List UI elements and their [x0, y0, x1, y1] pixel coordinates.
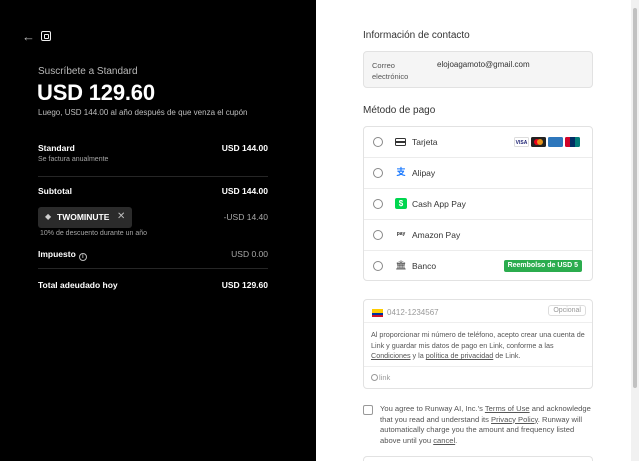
consent-text: de Link.	[493, 351, 521, 360]
contact-email-box: Correo electrónico elojoagamoto@gmail.co…	[363, 51, 593, 88]
contact-section-title: Información de contacto	[363, 30, 470, 41]
visa-icon: VISA	[514, 137, 529, 147]
mastercard-icon	[531, 137, 546, 147]
coupon-discount-value: -USD 14.40	[223, 212, 268, 222]
amazon-pay-icon: pay	[396, 231, 406, 237]
payment-option-card[interactable]: Tarjeta VISA	[364, 127, 592, 158]
scrollbar[interactable]	[631, 0, 639, 461]
tax-label-text: Impuesto	[38, 249, 76, 259]
payment-section-title: Método de pago	[363, 105, 436, 116]
info-icon[interactable]: i	[78, 253, 87, 261]
divider	[38, 176, 268, 177]
subtotal-label: Subtotal	[38, 186, 72, 196]
email-label: Correo electrónico	[372, 61, 409, 81]
link-logo-icon	[371, 374, 378, 381]
plan-price: USD 144.00	[221, 143, 268, 153]
scrollbar-thumb[interactable]	[633, 8, 637, 388]
unionpay-icon	[565, 137, 580, 147]
subtotal-value: USD 144.00	[221, 186, 268, 196]
payment-option-bank[interactable]: 🏛 Banco Reembolso de USD 5	[364, 251, 592, 282]
radio-button[interactable]	[373, 230, 383, 240]
coupon-note: 10% de descuento durante un año	[40, 230, 148, 237]
bank-icon: 🏛	[395, 260, 407, 270]
payment-form-panel: Información de contacto Correo electróni…	[316, 0, 639, 461]
consent-text: Al proporcionar mi número de teléfono, a…	[371, 330, 585, 350]
radio-button[interactable]	[373, 137, 383, 147]
bank-promo-badge: Reembolso de USD 5	[503, 260, 582, 272]
payment-option-cashapp[interactable]: $ Cash App Pay	[364, 189, 592, 220]
email-value: elojoagamoto@gmail.com	[437, 60, 530, 69]
terms-checkbox[interactable]	[363, 405, 373, 415]
terms-of-use-link[interactable]: Terms of Use	[485, 404, 530, 413]
payment-methods-list: Tarjeta VISA 支 Alipay $ Cash App Pay pay…	[363, 126, 593, 281]
divider	[38, 268, 268, 269]
back-arrow-icon[interactable]: ←	[22, 30, 36, 44]
total-value: USD 129.60	[221, 280, 268, 290]
card-brands: VISA	[512, 137, 580, 148]
card-icon	[395, 138, 406, 146]
price-today: USD 129.60	[37, 80, 155, 105]
payment-label: Cash App Pay	[412, 199, 466, 209]
payment-label: Banco	[412, 261, 437, 271]
optional-badge: Opcional	[548, 305, 586, 316]
total-label: Total adeudado hoy	[38, 280, 118, 290]
privacy-policy-link[interactable]: Privacy Policy	[491, 415, 538, 424]
next-section-edge	[363, 456, 593, 461]
link-consent-text: Al proporcionar mi número de teléfono, a…	[371, 330, 586, 362]
link-logo-text: link	[379, 373, 391, 382]
radio-button[interactable]	[373, 199, 383, 209]
terms-text-part: You agree to Runway AI, Inc.'s	[380, 404, 485, 413]
consent-text: y la	[410, 351, 426, 360]
terms-text: You agree to Runway AI, Inc.'s Terms of …	[380, 404, 596, 446]
divider	[364, 322, 592, 323]
amex-icon	[548, 137, 563, 147]
radio-button[interactable]	[373, 261, 383, 271]
tax-label: Impuesto i	[38, 249, 87, 261]
link-privacy-link[interactable]: política de privacidad	[426, 351, 494, 360]
link-terms-link[interactable]: Condiciones	[371, 351, 411, 360]
payment-label: Tarjeta	[412, 137, 438, 147]
cashapp-icon: $	[395, 198, 407, 209]
link-logo: link	[371, 373, 390, 382]
radio-button[interactable]	[373, 168, 383, 178]
terms-text-part: .	[455, 435, 458, 445]
payment-label: Alipay	[412, 168, 436, 178]
divider	[364, 366, 592, 367]
plan-name: Standard	[38, 143, 75, 153]
payment-option-amazon-pay[interactable]: pay Amazon Pay	[364, 220, 592, 251]
cancel-link[interactable]: cancel	[433, 436, 455, 445]
subscribe-title: Suscríbete a Standard	[38, 66, 138, 77]
tax-value: USD 0.00	[231, 249, 268, 259]
payment-label: Amazon Pay	[412, 230, 461, 240]
order-summary-panel: ← Suscríbete a Standard USD 129.60 Luego…	[0, 0, 316, 461]
runway-logo-icon	[41, 31, 51, 41]
price-note: Luego, USD 144.00 al año después de que …	[38, 108, 248, 117]
plan-billing: Se factura anualmente	[38, 156, 109, 163]
alipay-icon: 支	[396, 167, 406, 177]
link-signup-box: 0412-1234567 Opcional Al proporcionar mi…	[363, 299, 593, 389]
phone-input[interactable]: 0412-1234567	[387, 308, 439, 317]
payment-option-alipay[interactable]: 支 Alipay	[364, 158, 592, 189]
venezuela-flag-icon[interactable]	[372, 309, 383, 317]
